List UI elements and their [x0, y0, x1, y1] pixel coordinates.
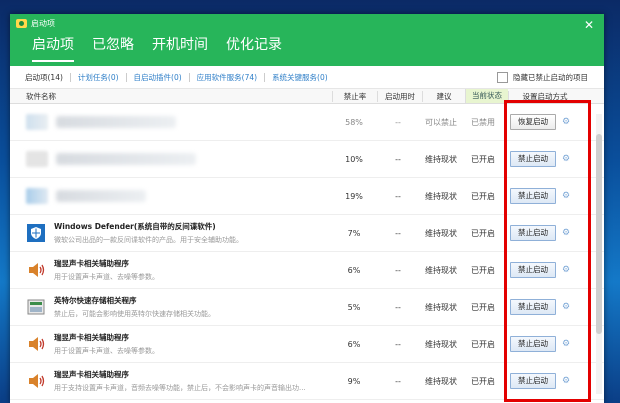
- gear-icon[interactable]: ⚙: [562, 154, 570, 164]
- app-name: Windows Defender(系统自带的反间谍软件): [54, 222, 216, 231]
- app-name: 英特尔快速存储相关程序: [54, 296, 137, 305]
- col-status[interactable]: 当前状态: [465, 89, 508, 103]
- gear-icon[interactable]: ⚙: [562, 376, 570, 386]
- gear-icon[interactable]: ⚙: [562, 191, 570, 201]
- table-row[interactable]: Windows Defender(系统自带的反间谍软件) 微软公司出品的一款反间…: [10, 215, 604, 252]
- windows-defender-icon: [27, 224, 45, 242]
- startup-manager-window: 启动项 ✕ 启动项 已忽略 开机时间 优化记录 启动项(14) 计划任务(0) …: [10, 14, 604, 403]
- app-logo-icon: [16, 19, 27, 28]
- subtab-startup[interactable]: 启动项(14): [18, 72, 71, 82]
- redacted-name: [56, 116, 176, 128]
- col-suggest[interactable]: 建议: [422, 90, 465, 102]
- disable-startup-button[interactable]: 禁止启动: [509, 336, 556, 352]
- app-desc: 用于设置声卡声道、去噪等参数。: [54, 347, 159, 355]
- app-desc: 禁止后，可能会影响使用英特尔快速存储相关功能。: [54, 310, 215, 318]
- gear-icon[interactable]: ⚙: [562, 228, 570, 238]
- close-icon[interactable]: ✕: [584, 18, 594, 32]
- disable-startup-button[interactable]: 禁止启动: [509, 299, 556, 315]
- table-row[interactable]: 19% -- 维持现状 已开启 禁止启动 ⚙: [10, 178, 604, 215]
- gear-icon[interactable]: ⚙: [562, 265, 570, 275]
- disable-startup-button[interactable]: 禁止启动: [509, 151, 556, 167]
- speaker-icon: [29, 374, 45, 388]
- tab-ignored[interactable]: 已忽略: [92, 34, 134, 62]
- header-bar: 启动项 ✕ 启动项 已忽略 开机时间 优化记录: [10, 14, 604, 66]
- redacted-name: [56, 190, 146, 202]
- subtab-system-services[interactable]: 系统关键服务(0): [265, 73, 335, 82]
- col-rate[interactable]: 禁止率: [332, 90, 377, 102]
- gear-icon[interactable]: ⚙: [562, 302, 570, 312]
- disable-startup-button[interactable]: 禁止启动: [509, 373, 556, 389]
- app-name: 瑞昱声卡相关辅助程序: [54, 333, 129, 342]
- redacted-name: [56, 153, 196, 165]
- restore-startup-button[interactable]: 恢复启动: [509, 114, 556, 130]
- tab-optimize-log[interactable]: 优化记录: [226, 34, 282, 62]
- table-row[interactable]: 瑞昱声卡相关辅助程序 用于设置声卡声道、去噪等参数。 6% -- 维持现状 已开…: [10, 326, 604, 363]
- hide-disabled-label: 隐藏已禁止启动的项目: [513, 72, 588, 82]
- title-bar: 启动项: [16, 18, 55, 29]
- col-method[interactable]: 设置启动方式: [508, 90, 581, 102]
- app-desc: 用于设置声卡声道、去噪等参数。: [54, 273, 159, 281]
- gear-icon[interactable]: ⚙: [562, 117, 570, 127]
- col-name[interactable]: 软件名称: [10, 91, 332, 102]
- column-header: 软件名称 禁止率 启动用时 建议 当前状态 设置启动方式: [10, 89, 604, 104]
- app-name: 瑞昱声卡相关辅助程序: [54, 259, 129, 268]
- sub-tabs: 启动项(14) 计划任务(0) 自启动插件(0) 应用软件服务(74) 系统关键…: [10, 66, 604, 89]
- intel-storage-icon: [27, 299, 45, 315]
- table-row[interactable]: 58% -- 可以禁止 已禁用 恢复启动 ⚙: [10, 104, 604, 141]
- startup-list: 58% -- 可以禁止 已禁用 恢复启动 ⚙ 10% -- 维持现状 已开启 禁止…: [10, 104, 604, 400]
- disable-startup-button[interactable]: 禁止启动: [509, 262, 556, 278]
- speaker-icon: [29, 337, 45, 351]
- subtab-app-services[interactable]: 应用软件服务(74): [190, 72, 266, 82]
- tab-boot-time[interactable]: 开机时间: [152, 34, 208, 62]
- table-row[interactable]: 瑞昱声卡相关辅助程序 用于支持设置声卡声道，音频去噪等功能，禁止后，不会影响声卡…: [10, 363, 604, 400]
- hide-disabled-option[interactable]: 隐藏已禁止启动的项目: [497, 71, 588, 83]
- subtab-scheduled-tasks[interactable]: 计划任务(0): [71, 72, 127, 82]
- window-title: 启动项: [31, 19, 55, 28]
- tab-startup-items[interactable]: 启动项: [32, 34, 74, 62]
- scrollbar-thumb[interactable]: [596, 134, 602, 334]
- gear-icon[interactable]: ⚙: [562, 339, 570, 349]
- speaker-icon: [29, 263, 45, 277]
- app-icon: [26, 151, 48, 167]
- app-desc: 微软公司出品的一款反间谍软件的产品。用于安全辅助功能。: [54, 236, 243, 244]
- disable-startup-button[interactable]: 禁止启动: [509, 188, 556, 204]
- main-tabs: 启动项 已忽略 开机时间 优化记录: [32, 34, 282, 62]
- scrollbar[interactable]: [596, 114, 602, 394]
- hide-disabled-checkbox[interactable]: [497, 71, 508, 83]
- table-row[interactable]: 10% -- 维持现状 已开启 禁止启动 ⚙: [10, 141, 604, 178]
- subtab-plugins[interactable]: 自启动插件(0): [127, 72, 190, 82]
- col-time[interactable]: 启动用时: [377, 90, 422, 102]
- table-row[interactable]: 瑞昱声卡相关辅助程序 用于设置声卡声道、去噪等参数。 6% -- 维持现状 已开…: [10, 252, 604, 289]
- disable-startup-button[interactable]: 禁止启动: [509, 225, 556, 241]
- app-icon: [26, 114, 48, 130]
- app-desc: 用于支持设置声卡声道，音频去噪等功能，禁止后，不会影响声卡的声音输出功...: [54, 384, 306, 392]
- table-row[interactable]: 英特尔快速存储相关程序 禁止后，可能会影响使用英特尔快速存储相关功能。 5% -…: [10, 289, 604, 326]
- app-icon: [26, 188, 48, 204]
- app-name: 瑞昱声卡相关辅助程序: [54, 370, 129, 379]
